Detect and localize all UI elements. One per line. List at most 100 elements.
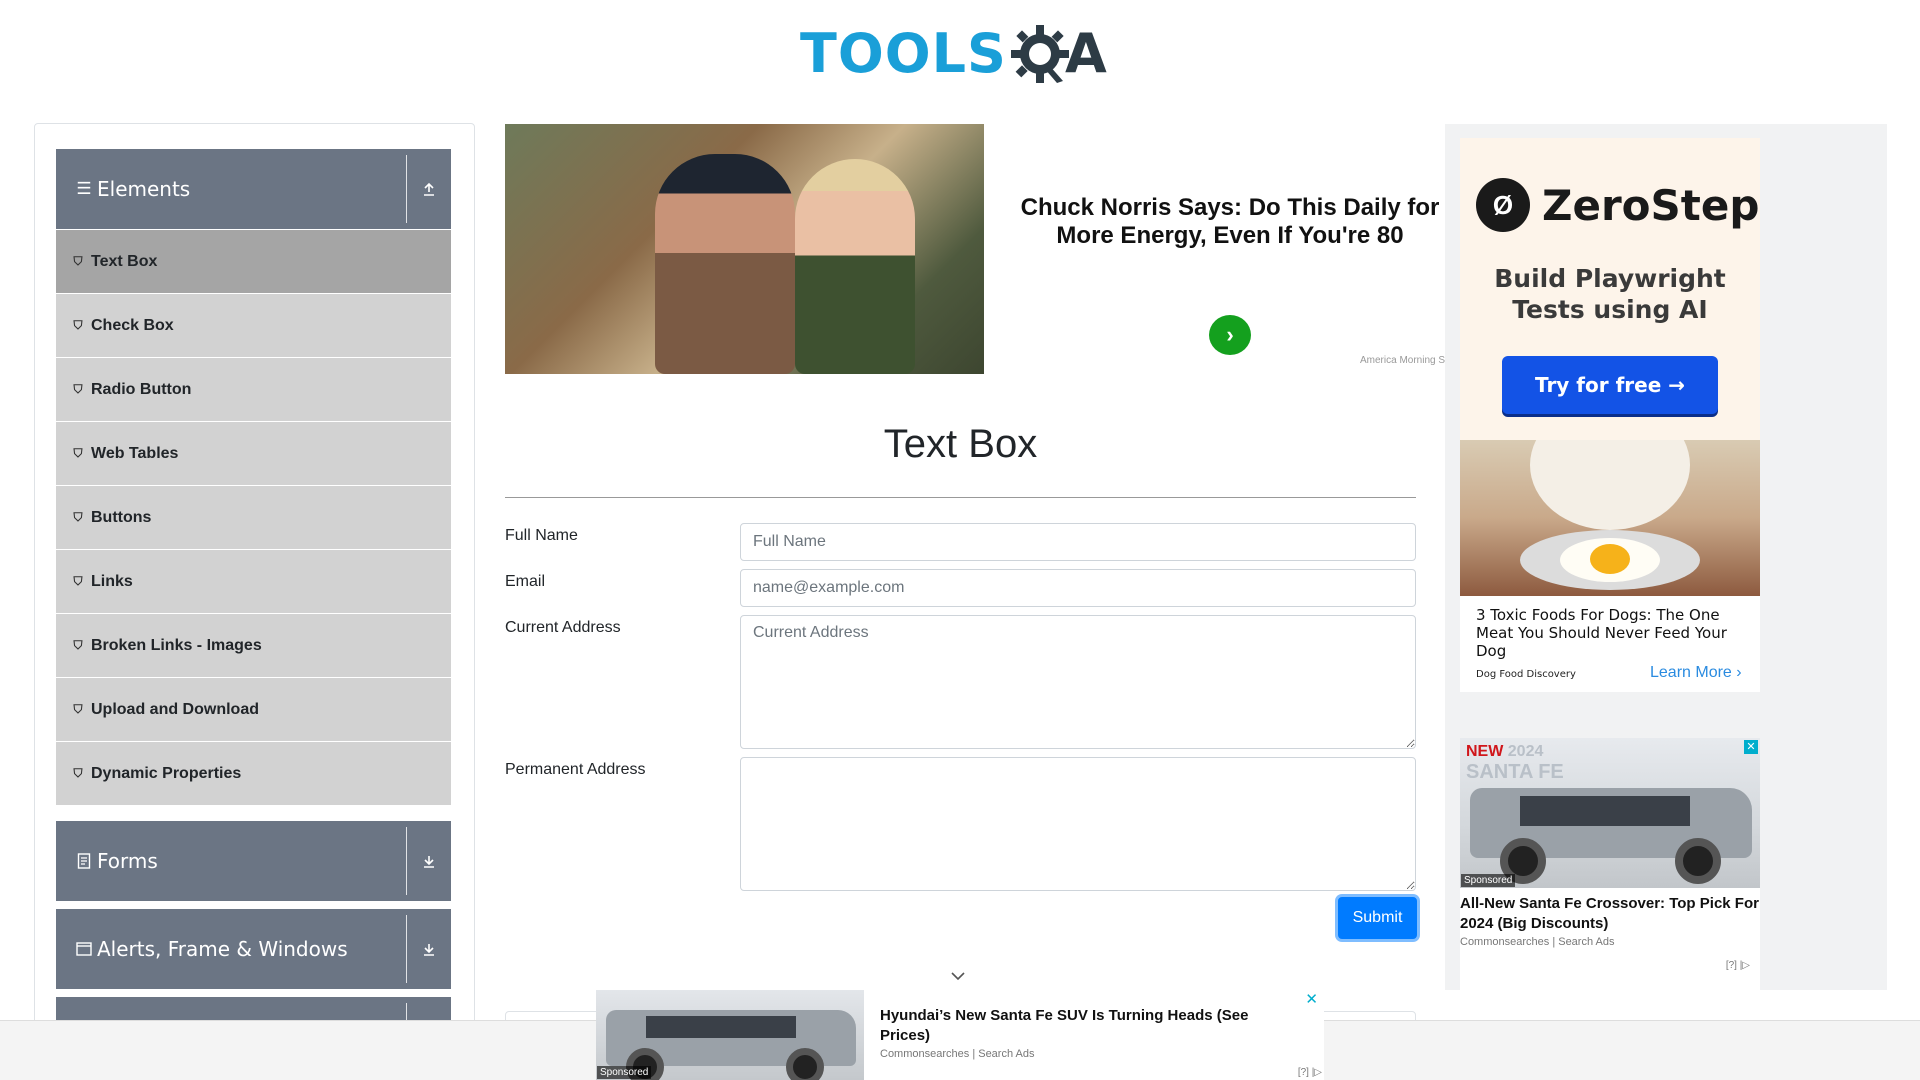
download-icon (417, 937, 441, 961)
permanent-address-textarea[interactable] (740, 757, 1416, 891)
shield-icon: ⛉ (73, 574, 83, 588)
right-ad-column: Ø ZeroStep Build Playwright Tests using … (1445, 124, 1887, 990)
menu-item-label: Broken Links - Images (91, 636, 262, 654)
zerostep-ad[interactable]: Ø ZeroStep Build Playwright Tests using … (1460, 138, 1760, 440)
download-icon (417, 849, 441, 873)
sidebar-item-check-box[interactable]: ⛉ Check Box (56, 294, 451, 358)
bottom-ad-title[interactable]: Hyundai’s New Santa Fe SUV Is Turning He… (880, 1006, 1300, 1046)
ad-photo-woman (795, 159, 915, 374)
shield-icon: ⛉ (73, 702, 83, 716)
group-header-forms[interactable]: Forms (56, 821, 451, 901)
chevron-down-icon[interactable] (950, 968, 966, 986)
sidebar-item-text-box[interactable]: ⛉ Text Box (56, 230, 451, 294)
sidebar-item-buttons[interactable]: ⛉ Buttons (56, 486, 451, 550)
ad-photo-man (655, 154, 795, 374)
chevron-right-icon[interactable]: › (1209, 315, 1251, 355)
ad-photo (505, 124, 984, 374)
group-label: Alerts, Frame & Windows (97, 937, 348, 961)
car-wheel-shape (786, 1048, 824, 1080)
sidebar-item-links[interactable]: ⛉ Links (56, 550, 451, 614)
sidebar-item-dynamic-properties[interactable]: ⛉ Dynamic Properties (56, 742, 451, 806)
full-name-input[interactable] (740, 523, 1416, 561)
page-title: Text Box (883, 422, 1038, 466)
hamburger-icon: ☰ (76, 179, 92, 198)
divider (505, 497, 1416, 498)
document-icon (75, 852, 93, 870)
menu-item-label: Text Box (91, 252, 158, 270)
try-for-free-button[interactable]: Try for free → (1502, 356, 1718, 414)
zerostep-name: ZeroStep (1542, 180, 1760, 230)
shield-icon: ⛉ (73, 318, 83, 332)
zerostep-mark-icon: Ø (1476, 178, 1530, 232)
menu-item-label: Buttons (91, 508, 152, 526)
close-icon[interactable]: ✕ (1744, 740, 1758, 754)
divider (406, 155, 407, 223)
menu-item-label: Upload and Download (91, 700, 259, 718)
logo-suffix: A (1064, 21, 1107, 85)
yolk-shape (1590, 544, 1630, 574)
bottom-ad-source: Commonsearches | Search Ads (880, 1048, 1035, 1060)
car-window-shape (1520, 796, 1690, 826)
sidebar-item-web-tables[interactable]: ⛉ Web Tables (56, 422, 451, 486)
gear-icon (1010, 24, 1069, 83)
window-icon (75, 940, 93, 958)
shield-icon: ⛉ (73, 254, 83, 268)
left-sidebar: ☰ Elements ⛉ Text Box ⛉ Check Box ⛉ Radio B… (34, 123, 475, 1080)
group-header-elements[interactable]: ☰ Elements (56, 149, 451, 229)
divider (406, 827, 407, 895)
email-label: Email (505, 573, 546, 590)
adchoices-icon[interactable]: [?] |▷ (1298, 1067, 1322, 1078)
group-label: Forms (97, 849, 158, 873)
car-badge-model: SANTA FE (1466, 761, 1564, 783)
ad-headline[interactable]: Chuck Norris Says: Do This Daily for Mor… (1000, 194, 1447, 250)
shield-icon: ⛉ (73, 382, 83, 396)
zerostep-logo: Ø ZeroStep (1476, 178, 1759, 232)
car-ad-image: NEW 2024 SANTA FE Sponsored ✕ (1460, 738, 1760, 888)
shield-icon: ⛉ (73, 510, 83, 524)
dog-shape (1530, 440, 1690, 530)
full-name-label: Full Name (505, 527, 578, 544)
toolsqa-logo[interactable]: TOOLS A (800, 16, 1107, 91)
shield-icon: ⛉ (73, 638, 83, 652)
group-header-alerts[interactable]: Alerts, Frame & Windows (56, 909, 451, 989)
close-icon[interactable]: ✕ (1305, 990, 1318, 1008)
sponsored-tag: Sponsored (597, 1066, 652, 1079)
santa-fe-ad[interactable]: NEW 2024 SANTA FE Sponsored ✕ All-New Sa… (1460, 738, 1760, 990)
email-input[interactable] (740, 569, 1416, 607)
dog-ad-image (1460, 440, 1760, 596)
upload-icon (417, 177, 441, 201)
adchoices-icon[interactable]: [?] |▷ (1726, 960, 1750, 971)
dog-food-ad[interactable]: 3 Toxic Foods For Dogs: The One Meat You… (1460, 440, 1760, 692)
sidebar-item-broken-links[interactable]: ⛉ Broken Links - Images (56, 614, 451, 678)
shield-icon: ⛉ (73, 446, 83, 460)
menu-item-label: Radio Button (91, 380, 192, 398)
submit-button[interactable]: Submit (1338, 897, 1417, 939)
car-badge-new: NEW 2024 (1466, 743, 1544, 760)
menu-item-label: Dynamic Properties (91, 764, 242, 782)
bottom-advertisement[interactable]: Sponsored Hyundai’s New Santa Fe SUV Is … (596, 990, 1324, 1080)
learn-more-link[interactable]: Learn More › (1650, 664, 1742, 682)
dog-ad-source: Dog Food Discovery (1476, 669, 1576, 680)
menu-item-label: Check Box (91, 316, 174, 334)
car-window-shape (646, 1016, 796, 1038)
shield-icon: ⛉ (73, 766, 83, 780)
sidebar-item-upload-download[interactable]: ⛉ Upload and Download (56, 678, 451, 742)
bottom-ad-image: Sponsored (596, 990, 864, 1080)
menu-item-label: Web Tables (91, 444, 179, 462)
sponsored-tag: Sponsored (1461, 874, 1516, 887)
current-address-textarea[interactable] (740, 615, 1416, 749)
zerostep-tagline: Build Playwright Tests using AI (1494, 264, 1726, 324)
divider (406, 915, 407, 983)
top-advertisement[interactable]: Chuck Norris Says: Do This Daily for Mor… (505, 124, 1447, 374)
menu-item-label: Links (91, 572, 133, 590)
group-label: Elements (97, 177, 191, 201)
logo-text: TOOLS (800, 21, 1007, 85)
permanent-address-label: Permanent Address (505, 761, 646, 778)
sidebar-item-radio-button[interactable]: ⛉ Radio Button (56, 358, 451, 422)
elements-menu: ⛉ Text Box ⛉ Check Box ⛉ Radio Button ⛉ Web … (56, 230, 451, 806)
ad-source: America Morning S (1360, 355, 1446, 366)
car-ad-source: Commonsearches | Search Ads (1460, 936, 1615, 948)
car-wheel-shape (1675, 838, 1721, 884)
dog-ad-title[interactable]: 3 Toxic Foods For Dogs: The One Meat You… (1476, 606, 1746, 660)
car-ad-title[interactable]: All-New Santa Fe Crossover: Top Pick For… (1460, 894, 1760, 934)
